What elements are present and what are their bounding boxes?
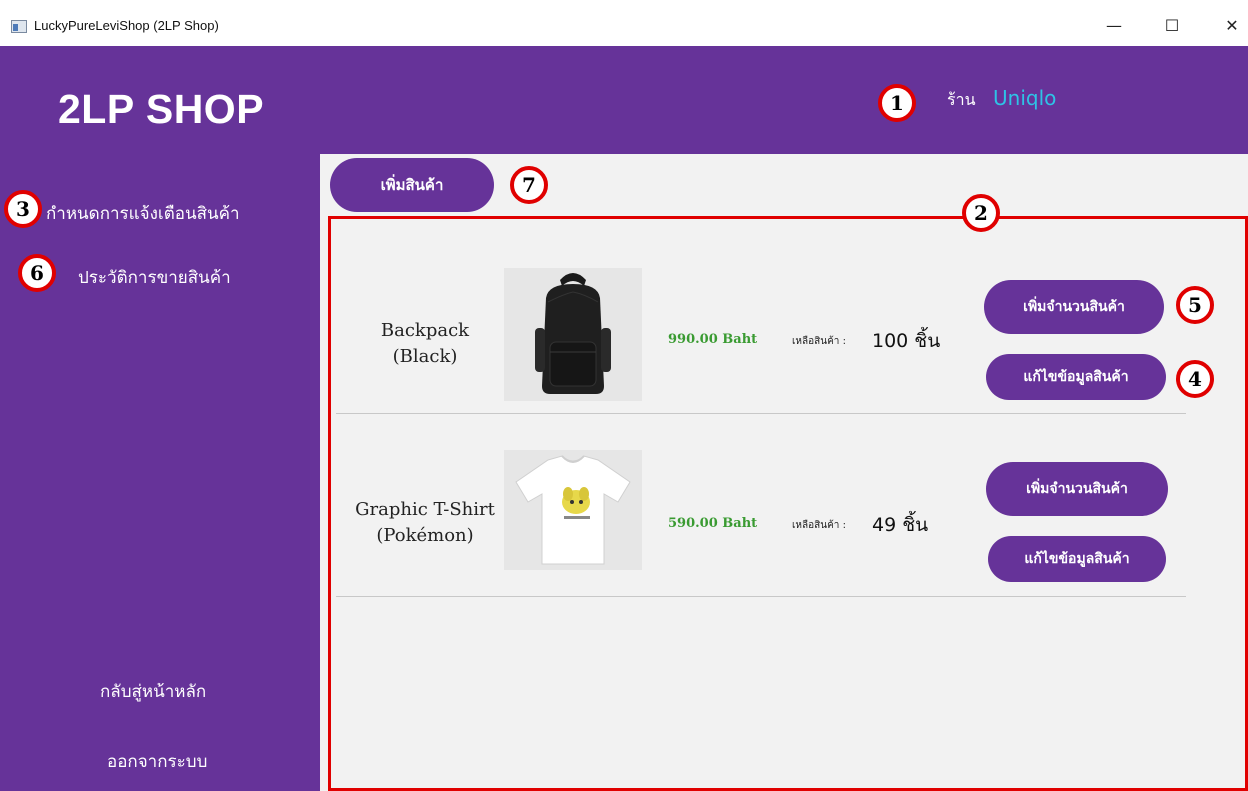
backpack-icon: [504, 268, 642, 401]
sidebar-item-stock-alert[interactable]: กำหนดการแจ้งเตือนสินค้า: [46, 200, 240, 227]
product-image-backpack: [504, 268, 642, 401]
minimize-button[interactable]: —: [1102, 14, 1126, 38]
callout-4: 4: [1176, 360, 1214, 398]
close-button[interactable]: ✕: [1220, 14, 1244, 38]
callout-1: 1: [878, 84, 916, 122]
logout-link[interactable]: ออกจากระบบ: [107, 748, 207, 775]
product-name-line2: (Pokémon): [376, 525, 474, 546]
stock-label: เหลือสินค้า :: [792, 336, 846, 347]
product-name-line1: Backpack: [380, 320, 470, 341]
product-price: 590.00 Baht: [668, 516, 758, 531]
callout-5: 5: [1176, 286, 1214, 324]
edit-product-button[interactable]: แก้ไขข้อมูลสินค้า: [986, 354, 1166, 400]
back-to-home-link[interactable]: กลับสู่หน้าหลัก: [100, 678, 206, 705]
product-name-line1: Graphic T-Shirt: [355, 499, 495, 520]
product-image-tshirt: [504, 450, 642, 570]
maximize-button[interactable]: ☐: [1160, 14, 1184, 38]
product-name-line2: (Black): [392, 346, 458, 367]
add-stock-button[interactable]: เพิ่มจำนวนสินค้า: [986, 462, 1168, 516]
add-stock-button[interactable]: เพิ่มจำนวนสินค้า: [984, 280, 1164, 334]
callout-6: 6: [18, 254, 56, 292]
tshirt-icon: [504, 450, 642, 570]
callout-7: 7: [510, 166, 548, 204]
callout-3: 3: [4, 190, 42, 228]
shop-prefix: ร้าน: [947, 90, 976, 109]
shop-logo: 2LP SHOP: [58, 86, 265, 132]
row-divider: [336, 413, 1186, 414]
stock-label: เหลือสินค้า :: [792, 520, 846, 531]
sidebar-item-sales-history[interactable]: ประวัติการขายสินค้า: [78, 264, 231, 291]
stock-quantity: 100 ชิ้น: [872, 330, 941, 352]
product-name: Backpack (Black): [336, 318, 514, 370]
sidebar: กำหนดการแจ้งเตือนสินค้า ประวัติการขายสิน…: [0, 154, 320, 791]
edit-product-button[interactable]: แก้ไขข้อมูลสินค้า: [988, 536, 1166, 582]
shop-name: Uniqlo: [993, 86, 1057, 110]
app-icon: [11, 20, 27, 33]
window-title: LuckyPureLeviShop (2LP Shop): [34, 18, 219, 33]
add-product-button[interactable]: เพิ่มสินค้า: [330, 158, 494, 212]
window-titlebar: LuckyPureLeviShop (2LP Shop) — ☐ ✕: [0, 0, 1248, 46]
product-row: Backpack (Black) 990.00 Baht เหลือสินค้า…: [336, 262, 1186, 414]
row-divider: [336, 596, 1186, 597]
product-row: Graphic T-Shirt (Pokémon) 590.00 Baht เห…: [336, 444, 1186, 597]
stock-quantity: 49 ชิ้น: [872, 514, 929, 536]
app-header: 2LP SHOP ร้าน Uniqlo: [0, 46, 1248, 154]
callout-2: 2: [962, 194, 1000, 232]
product-price: 990.00 Baht: [668, 332, 758, 347]
product-name: Graphic T-Shirt (Pokémon): [318, 497, 532, 549]
